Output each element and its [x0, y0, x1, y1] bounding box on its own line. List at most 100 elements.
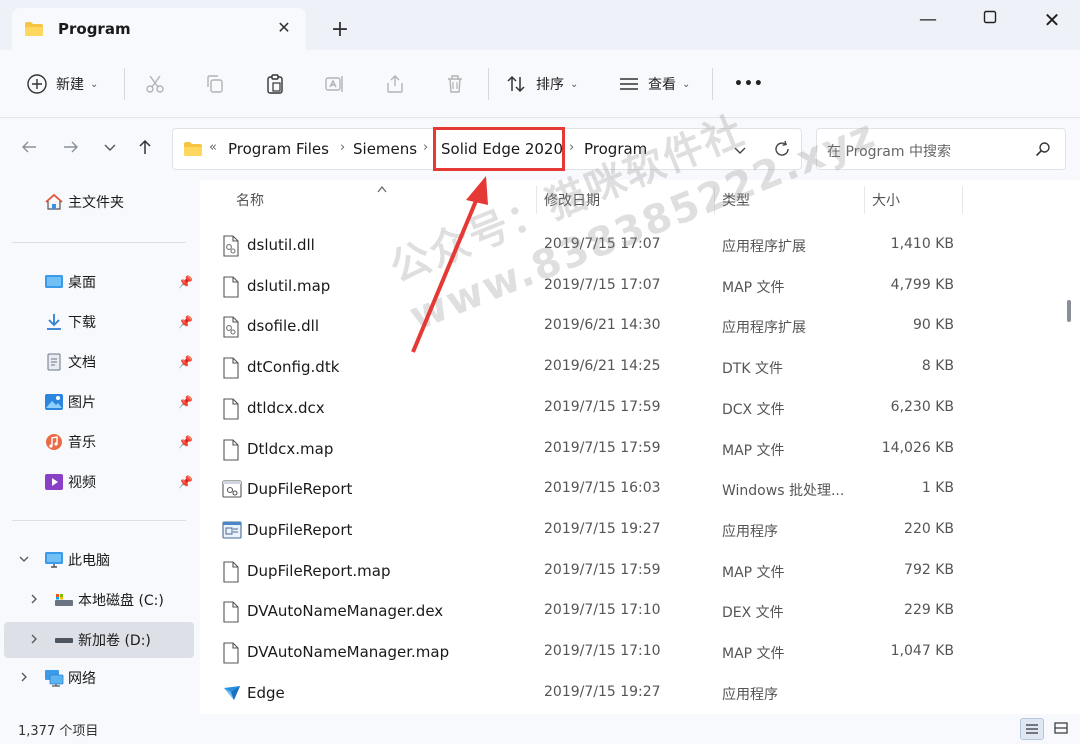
pin-icon[interactable]: 📌	[178, 395, 193, 409]
search-icon[interactable]	[1035, 141, 1051, 161]
file-name: dtConfig.dtk	[247, 358, 340, 377]
rename-button[interactable]	[324, 68, 346, 100]
breadcrumb-separator[interactable]: ›	[423, 140, 428, 155]
file-row[interactable]: DupFileReport.map 2019/7/15 17:59 MAP 文件 79…	[200, 552, 1060, 592]
sidebar-item-desktop[interactable]: 桌面 📌	[0, 264, 196, 300]
chevron-right-icon[interactable]	[28, 633, 40, 648]
column-header-type[interactable]: 类型	[722, 190, 750, 210]
sidebar-label: 图片	[68, 395, 96, 411]
file-type: 应用程序扩展	[722, 239, 806, 255]
file-row[interactable]: dslutil.map 2019/7/15 17:07 MAP 文件 4,799 KB	[200, 267, 1060, 307]
file-row[interactable]: DVAutoNameManager.dex 2019/7/15 17:10 DEX …	[200, 592, 1060, 632]
forward-button[interactable]	[60, 138, 82, 160]
file-size: 1 KB	[921, 480, 954, 497]
pin-icon[interactable]: 📌	[178, 275, 193, 289]
sidebar-item-drive-c[interactable]: 本地磁盘 (C:)	[0, 582, 196, 618]
view-button[interactable]: 查看 ⌄	[618, 68, 690, 100]
sidebar-item-network[interactable]: 网络	[0, 660, 196, 696]
sidebar-item-home[interactable]: 主文件夹	[0, 184, 196, 220]
file-name: DVAutoNameManager.dex	[247, 602, 444, 621]
minimize-button[interactable]: —	[918, 10, 938, 30]
pin-icon[interactable]: 📌	[178, 435, 193, 449]
sidebar-item-pictures[interactable]: 图片 📌	[0, 384, 196, 420]
breadcrumb-separator[interactable]: ›	[569, 140, 574, 155]
chevron-right-icon[interactable]	[28, 593, 40, 608]
back-button[interactable]	[18, 138, 40, 160]
breadcrumb-program[interactable]: Program	[584, 140, 647, 158]
command-bar: 新建 ⌄ 排序 ⌄ 查看 ⌄ •••	[0, 50, 1080, 118]
file-row[interactable]: DVAutoNameManager.map 2019/7/15 17:10 MAP …	[200, 633, 1060, 673]
sidebar-item-drive-d[interactable]: 新加卷 (D:)	[4, 622, 194, 658]
file-date: 2019/7/15 17:07	[544, 276, 661, 293]
maximize-button[interactable]	[980, 10, 1000, 30]
sidebar-item-downloads[interactable]: 下载 📌	[0, 304, 196, 340]
details-view-button[interactable]	[1020, 718, 1044, 740]
copy-button[interactable]	[204, 68, 226, 100]
pin-icon[interactable]: 📌	[178, 475, 193, 489]
sidebar-item-music[interactable]: 音乐 📌	[0, 424, 196, 460]
file-row[interactable]: dsofile.dll 2019/6/21 14:30 应用程序扩展 90 KB	[200, 307, 1060, 347]
delete-button[interactable]	[444, 68, 466, 100]
overflow-icon[interactable]: «	[209, 140, 217, 155]
chevron-right-icon[interactable]	[18, 671, 30, 686]
scrollbar-thumb[interactable]	[1067, 300, 1071, 322]
file-size: 792 KB	[904, 561, 954, 578]
sidebar-item-videos[interactable]: 视频 📌	[0, 464, 196, 500]
breadcrumb-separator[interactable]: ›	[340, 140, 345, 155]
file-row[interactable]: DupFileReport 2019/7/15 16:03 Windows 批处理.…	[200, 470, 1060, 510]
pin-icon[interactable]: 📌	[178, 315, 193, 329]
up-button[interactable]	[134, 138, 156, 160]
column-header-size[interactable]: 大小	[872, 190, 900, 210]
vertical-scrollbar[interactable]	[1062, 180, 1074, 714]
new-tab-button[interactable]: +	[330, 19, 350, 41]
dll-icon	[222, 235, 240, 261]
new-button[interactable]: 新建 ⌄	[26, 68, 98, 100]
column-divider[interactable]	[536, 186, 537, 214]
share-button[interactable]	[384, 68, 406, 100]
window-close-button[interactable]: ✕	[1042, 10, 1062, 30]
file-row[interactable]: DupFileReport 2019/7/15 19:27 应用程序 220 KB	[200, 511, 1060, 551]
sidebar-item-documents[interactable]: 文档 📌	[0, 344, 196, 380]
paste-button[interactable]	[264, 68, 286, 100]
home-icon	[44, 193, 63, 211]
file-icon	[222, 438, 240, 465]
file-row[interactable]: Edge 2019/7/15 19:27 应用程序	[200, 674, 1060, 714]
column-divider[interactable]	[714, 186, 715, 214]
file-type: DTK 文件	[722, 361, 783, 378]
search-input[interactable]: 在 Program 中搜索	[827, 141, 951, 161]
chevron-down-icon[interactable]	[18, 553, 30, 568]
cut-button[interactable]	[144, 68, 166, 100]
file-date: 2019/7/15 17:59	[544, 439, 661, 456]
address-dropdown-button[interactable]	[733, 143, 747, 161]
column-divider[interactable]	[962, 186, 963, 214]
batch-icon	[222, 479, 242, 503]
breadcrumb-program-files[interactable]: Program Files	[228, 140, 329, 158]
refresh-button[interactable]	[773, 140, 791, 162]
file-row[interactable]: dtConfig.dtk 2019/6/21 14:25 DTK 文件 8 KB	[200, 348, 1060, 388]
file-row[interactable]: dtldcx.dcx 2019/7/15 17:59 DCX 文件 6,230 KB	[200, 389, 1060, 429]
toolbar-divider	[488, 68, 489, 100]
column-header-date[interactable]: 修改日期	[544, 190, 600, 210]
file-row[interactable]: dslutil.dll 2019/7/15 17:07 应用程序扩展 1,410 KB	[200, 226, 1060, 266]
sidebar-item-this-pc[interactable]: 此电脑	[0, 542, 196, 578]
file-row[interactable]: Dtldcx.map 2019/7/15 17:59 MAP 文件 14,026 KB	[200, 430, 1060, 470]
sidebar-label: 网络	[68, 671, 96, 687]
sidebar-label: 主文件夹	[68, 195, 124, 211]
column-divider[interactable]	[864, 186, 865, 214]
sort-button[interactable]: 排序 ⌄	[506, 68, 578, 100]
share-icon	[387, 75, 403, 93]
folder-icon	[24, 21, 44, 37]
pin-icon[interactable]: 📌	[178, 355, 193, 369]
file-name: dtldcx.dcx	[247, 398, 325, 417]
search-box[interactable]: 在 Program 中搜索	[816, 128, 1066, 170]
column-header-name[interactable]: 名称	[236, 190, 264, 210]
tiles-view-button[interactable]	[1050, 718, 1074, 740]
file-date: 2019/7/15 17:07	[544, 236, 661, 252]
drive-icon	[54, 591, 73, 609]
tab-close-icon[interactable]: ✕	[276, 20, 292, 36]
more-options-button[interactable]: •••	[734, 68, 764, 100]
file-size: 4,799 KB	[890, 276, 954, 293]
breadcrumb-siemens[interactable]: Siemens	[353, 140, 417, 158]
recent-locations-button[interactable]	[99, 138, 121, 160]
tab-program[interactable]: Program ✕	[12, 8, 306, 50]
